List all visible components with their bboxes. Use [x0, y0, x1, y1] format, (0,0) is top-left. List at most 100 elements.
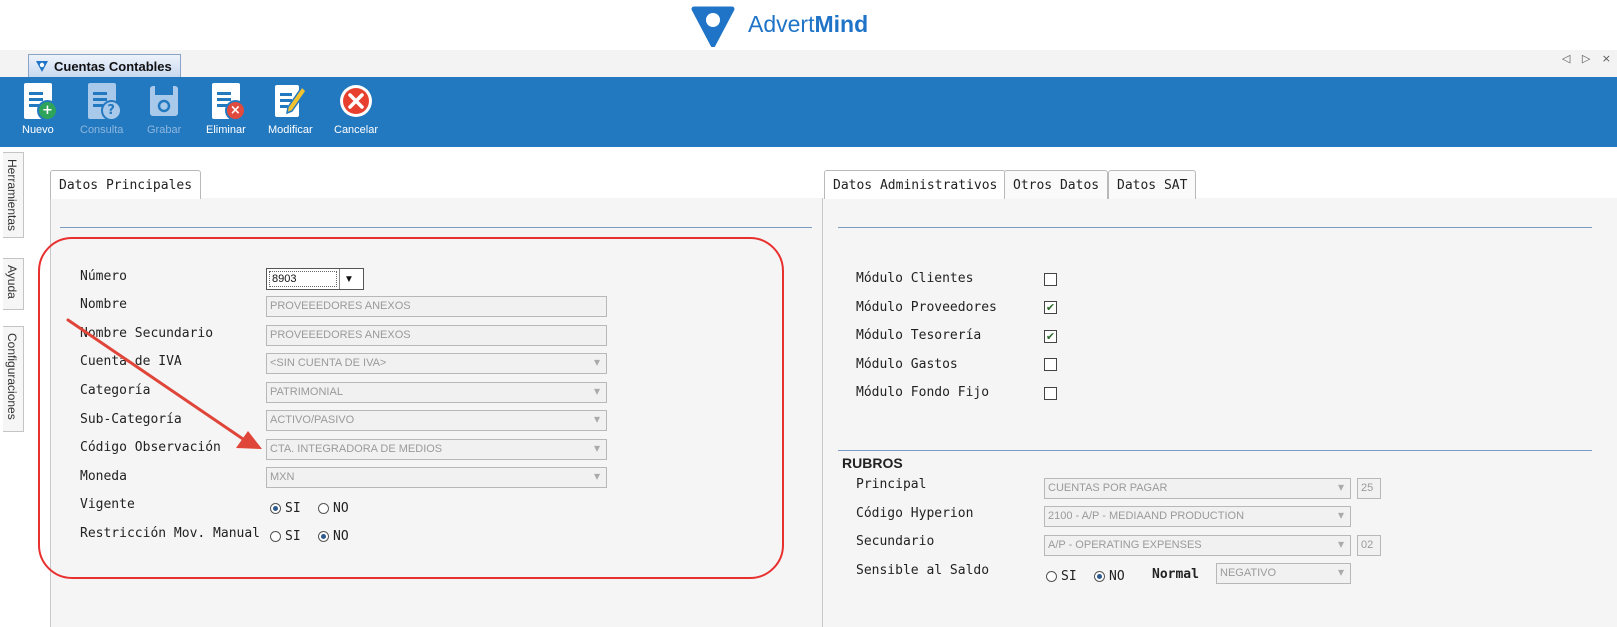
principal-label: Principal — [856, 477, 927, 492]
vigente-no-label: NO — [333, 501, 349, 516]
cancelar-button[interactable]: Cancelar — [334, 83, 378, 136]
restriccion-radio-si[interactable]: SI — [270, 529, 301, 544]
dropdown-arrow-icon[interactable]: ▼ — [339, 269, 358, 289]
eliminar-label: Eliminar — [206, 124, 246, 136]
numero-combobox[interactable]: 8903 ▼ — [266, 268, 364, 290]
tab-navigation-controls[interactable]: ◁ ▷ × — [1562, 52, 1615, 65]
grabar-label: Grabar — [147, 124, 182, 136]
modulo-fondo-fijo-label: Módulo Fondo Fijo — [856, 385, 990, 400]
tab-otros-datos[interactable]: Otros Datos — [1004, 170, 1109, 199]
sidetab-configuraciones[interactable]: Configuraciones — [3, 326, 24, 432]
modificar-label: Modificar — [268, 124, 313, 136]
moneda-label: Moneda — [80, 469, 127, 484]
cancel-icon — [340, 85, 373, 117]
modulo-gastos-checkbox[interactable] — [1044, 358, 1057, 371]
moneda-select[interactable]: MXN — [266, 467, 607, 488]
cancelar-label: Cancelar — [334, 124, 379, 136]
restriccion-radio-no[interactable]: NO — [318, 529, 349, 544]
radio-selected-icon — [270, 503, 281, 514]
radio-unselected-icon — [1046, 571, 1057, 582]
radio-selected-icon — [1094, 571, 1105, 582]
normal-select[interactable]: NEGATIVO — [1216, 563, 1351, 584]
rubros-heading: RUBROS — [842, 455, 903, 471]
document-tabstrip — [0, 50, 1617, 77]
tab-datos-administrativos-label: Datos Administrativos — [833, 177, 998, 193]
nombre-secundario-field[interactable]: PROVEEEDORES ANEXOS — [266, 325, 607, 346]
codigo-hyperion-label: Código Hyperion — [856, 506, 974, 521]
divider — [60, 227, 812, 228]
tab-otros-datos-label: Otros Datos — [1013, 177, 1100, 193]
normal-label: Normal — [1152, 567, 1199, 582]
secundario-select[interactable]: A/P - OPERATING EXPENSES — [1044, 535, 1351, 556]
vigente-label: Vigente — [80, 497, 135, 512]
save-icon — [150, 86, 179, 116]
sidetab-herramientas[interactable]: Herramientas — [3, 152, 24, 238]
numero-label: Número — [80, 269, 127, 284]
checkmark-icon: ✔ — [1045, 330, 1056, 343]
modulo-proveedores-label: Módulo Proveedores — [856, 300, 997, 315]
modulo-clientes-checkbox[interactable] — [1044, 273, 1057, 286]
sidetab-configuraciones-label: Configuraciones — [5, 333, 19, 420]
restriccion-si-label: SI — [285, 529, 301, 544]
modulo-fondo-fijo-checkbox[interactable] — [1044, 387, 1057, 400]
app-tab-icon — [36, 61, 48, 72]
annotation-arrow — [66, 318, 262, 449]
toolbar: + Nuevo ? Consulta Grabar × Eliminar Mod… — [0, 77, 1617, 147]
sidetab-herramientas-label: Herramientas — [5, 159, 19, 232]
brand-logo: AdvertMind — [690, 0, 868, 48]
modulo-proveedores-checkbox[interactable]: ✔ — [1044, 301, 1057, 314]
consulta-button[interactable]: ? Consulta — [80, 83, 123, 136]
nuevo-label: Nuevo — [22, 124, 54, 136]
nombre-field[interactable]: PROVEEEDORES ANEXOS — [266, 296, 607, 317]
secundario-label: Secundario — [856, 534, 935, 549]
modificar-button[interactable]: Modificar — [268, 83, 313, 136]
categoria-select[interactable]: PATRIMONIAL — [266, 382, 607, 403]
edit-document-icon — [275, 85, 308, 117]
radio-selected-icon — [318, 531, 329, 542]
radio-unselected-icon — [318, 503, 329, 514]
sensible-si-label: SI — [1061, 569, 1077, 584]
brand-name: AdvertMind — [748, 10, 869, 37]
checkmark-icon: ✔ — [1045, 301, 1056, 314]
cuenta-iva-select[interactable]: <SIN CUENTA DE IVA> — [266, 353, 607, 374]
document-tab-label: Cuentas Contables — [54, 58, 172, 74]
tab-datos-principales[interactable]: Datos Principales — [50, 170, 202, 199]
numero-value: 8903 — [269, 271, 337, 287]
vigente-radio-no[interactable]: NO — [318, 501, 349, 516]
restriccion-no-label: NO — [333, 529, 349, 544]
vigente-radio-si[interactable]: SI — [270, 501, 301, 516]
tab-datos-principales-label: Datos Principales — [59, 177, 193, 193]
sensible-radio-si[interactable]: SI — [1046, 569, 1077, 584]
secundario-code-field[interactable]: 02 — [1357, 535, 1381, 556]
modulo-tesoreria-label: Módulo Tesorería — [856, 328, 982, 343]
tab-datos-sat-label: Datos SAT — [1117, 177, 1188, 193]
nuevo-button[interactable]: + Nuevo — [22, 83, 58, 136]
query-document-icon: ? — [87, 83, 122, 121]
sensible-radio-no[interactable]: NO — [1094, 569, 1125, 584]
sensible-no-label: NO — [1109, 569, 1125, 584]
divider — [838, 227, 1592, 228]
document-tab-cuentas-contables[interactable]: Cuentas Contables — [28, 54, 181, 77]
principal-select[interactable]: CUENTAS POR PAGAR — [1044, 478, 1351, 499]
tab-datos-administrativos[interactable]: Datos Administrativos — [824, 170, 1007, 199]
modulo-tesoreria-checkbox[interactable]: ✔ — [1044, 330, 1057, 343]
radio-unselected-icon — [270, 531, 281, 542]
sensible-saldo-label: Sensible al Saldo — [856, 563, 990, 578]
codigo-observacion-select[interactable]: CTA. INTEGRADORA DE MEDIOS — [266, 439, 607, 460]
new-document-icon: + — [23, 83, 58, 121]
tab-datos-sat[interactable]: Datos SAT — [1108, 170, 1197, 199]
consulta-label: Consulta — [80, 124, 124, 136]
advertmind-logo-icon — [691, 6, 735, 47]
vigente-si-label: SI — [285, 501, 301, 516]
modulo-clientes-label: Módulo Clientes — [856, 271, 974, 286]
grabar-button[interactable]: Grabar — [147, 83, 181, 136]
restriccion-label: Restricción Mov. Manual — [80, 526, 261, 541]
sidetab-ayuda[interactable]: Ayuda — [3, 258, 24, 310]
codigo-hyperion-select[interactable]: 2100 - A/P - MEDIAAND PRODUCTION — [1044, 506, 1351, 527]
eliminar-button[interactable]: × Eliminar — [206, 83, 246, 136]
divider — [838, 450, 1592, 451]
sub-categoria-select[interactable]: ACTIVO/PASIVO — [266, 410, 607, 431]
delete-document-icon: × — [211, 83, 246, 121]
principal-code-field[interactable]: 25 — [1357, 478, 1381, 499]
modulo-gastos-label: Módulo Gastos — [856, 357, 958, 372]
